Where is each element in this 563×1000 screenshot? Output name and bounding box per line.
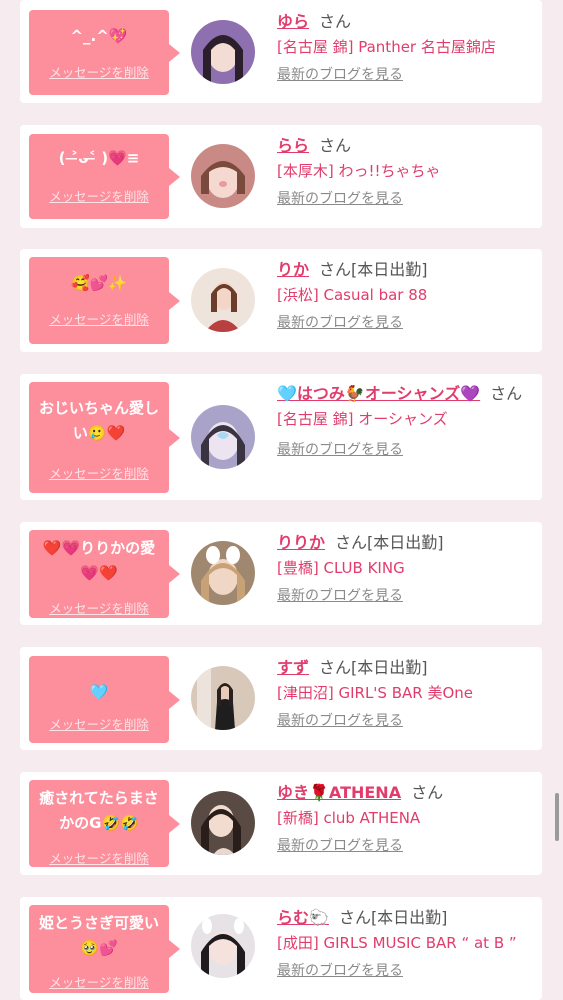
name-suffix: さん <box>319 12 352 31</box>
delete-message-link[interactable]: メッセージを削除 <box>29 972 169 991</box>
list-item: おじいちゃん愛しい🥲❤️ メッセージを削除 🩵はつみ🐓オーシャンズ💜 さん [名古… <box>20 374 542 500</box>
list-item: 癒されてたらまさかのG🤣🤣 メッセージを削除 ゆき🌹ATHENA さん [新橋] … <box>20 772 542 875</box>
message-bubble: 🥰💕✨ メッセージを削除 <box>29 257 180 344</box>
cast-name-link[interactable]: すず <box>277 658 309 677</box>
view-latest-blog-link[interactable]: 最新のブログを見る <box>277 711 534 731</box>
avatar[interactable] <box>191 405 255 469</box>
name-suffix: さん <box>490 384 523 403</box>
list-item: ^_.^💖 メッセージを削除 ゆら さん [名古屋 錦] Panther 名古屋錦… <box>20 0 542 103</box>
message-bubble: おじいちゃん愛しい🥲❤️ メッセージを削除 <box>29 382 180 493</box>
delete-message-link[interactable]: メッセージを削除 <box>29 598 169 617</box>
message-bubble: ^_.^💖 メッセージを削除 <box>29 10 180 95</box>
cast-name-link[interactable]: ゆき🌹ATHENA <box>277 783 401 802</box>
delete-message-link[interactable]: メッセージを削除 <box>29 309 169 328</box>
cast-info: らむ🐑 さん[本日出勤] [成田] GIRLS MUSIC BAR “ at B … <box>277 906 534 981</box>
shop-name: [名古屋 錦] オーシャンズ <box>277 410 448 428</box>
message-bubble: ( ˃̶ᴗ˂̶ )💗≡ メッセージを削除 <box>29 134 180 219</box>
view-latest-blog-link[interactable]: 最新のブログを見る <box>277 836 534 856</box>
cast-info: らら さん [本厚木] わっ!!ちゃちゃ 最新のブログを見る <box>277 134 534 209</box>
message-bubble: 🩵 メッセージを削除 <box>29 656 180 743</box>
view-latest-blog-link[interactable]: 最新のブログを見る <box>277 440 534 460</box>
message-bubble: ❤️💗りりかの愛💗❤️ メッセージを削除 <box>29 530 180 618</box>
view-latest-blog-link[interactable]: 最新のブログを見る <box>277 313 534 333</box>
list-item: ❤️💗りりかの愛💗❤️ メッセージを削除 りりか さん[本日出勤] [豊橋] CL… <box>20 522 542 625</box>
name-suffix: さん[本日出勤] <box>319 260 428 279</box>
message-text: 癒されてたらまさかのG🤣🤣 <box>39 789 159 832</box>
shop-name: [新橋] club ATHENA <box>277 809 421 827</box>
name-suffix: さん <box>411 783 444 802</box>
cast-name-link[interactable]: らら <box>277 136 309 155</box>
name-suffix: さん <box>319 136 352 155</box>
avatar[interactable] <box>191 914 255 978</box>
avatar[interactable] <box>191 20 255 84</box>
message-text: ^_.^💖 <box>70 27 128 45</box>
cast-info: りか さん[本日出勤] [浜松] Casual bar 88 最新のブログを見る <box>277 258 534 333</box>
shop-name: [浜松] Casual bar 88 <box>277 286 428 304</box>
cast-name-link[interactable]: らむ🐑 <box>277 908 329 927</box>
view-latest-blog-link[interactable]: 最新のブログを見る <box>277 189 534 209</box>
message-text: 姫とうさぎ可愛い🥹💕 <box>38 914 159 957</box>
avatar[interactable] <box>191 144 255 208</box>
message-text: ( ˃̶ᴗ˂̶ )💗≡ <box>58 149 140 167</box>
cast-name-link[interactable]: 🩵はつみ🐓オーシャンズ💜 <box>277 384 480 403</box>
view-latest-blog-link[interactable]: 最新のブログを見る <box>277 586 534 606</box>
favorite-cast-list: ^_.^💖 メッセージを削除 ゆら さん [名古屋 錦] Panther 名古屋錦… <box>0 0 563 1000</box>
message-text: おじいちゃん愛しい🥲❤️ <box>38 399 159 442</box>
cast-info: 🩵はつみ🐓オーシャンズ💜 さん [名古屋 錦] オーシャンズ 最新のブログを見る <box>277 382 534 460</box>
name-suffix: さん[本日出勤] <box>338 908 448 927</box>
delete-message-link[interactable]: メッセージを削除 <box>29 463 169 482</box>
delete-message-link[interactable]: メッセージを削除 <box>29 62 169 81</box>
view-latest-blog-link[interactable]: 最新のブログを見る <box>277 961 534 981</box>
delete-message-link[interactable]: メッセージを削除 <box>29 848 169 867</box>
shop-name: [本厚木] わっ!!ちゃちゃ <box>277 162 441 180</box>
message-bubble: 癒されてたらまさかのG🤣🤣 メッセージを削除 <box>29 780 180 867</box>
cast-info: ゆら さん [名古屋 錦] Panther 名古屋錦店 最新のブログを見る <box>277 10 534 85</box>
avatar[interactable] <box>191 541 255 605</box>
view-latest-blog-link[interactable]: 最新のブログを見る <box>277 65 534 85</box>
list-item: 🩵 メッセージを削除 すず さん[本日出勤] [津田沼] GIRL'S BAR 美… <box>20 647 542 750</box>
name-suffix: さん[本日出勤] <box>319 658 428 677</box>
shop-name: [成田] GIRLS MUSIC BAR “ at B ” <box>277 934 517 952</box>
cast-info: ゆき🌹ATHENA さん [新橋] club ATHENA 最新のブログを見る <box>277 781 534 856</box>
list-item: 🥰💕✨ メッセージを削除 りか さん[本日出勤] [浜松] Casual bar … <box>20 249 542 352</box>
message-text: ❤️💗りりかの愛💗❤️ <box>42 539 156 582</box>
cast-name-link[interactable]: りか <box>277 260 309 279</box>
shop-name: [名古屋 錦] Panther 名古屋錦店 <box>277 38 496 56</box>
list-item: ( ˃̶ᴗ˂̶ )💗≡ メッセージを削除 らら さん [本厚木] わっ!!ちゃちゃ… <box>20 125 542 228</box>
delete-message-link[interactable]: メッセージを削除 <box>29 714 169 733</box>
message-text: 🥰💕✨ <box>70 274 128 292</box>
shop-name: [豊橋] CLUB KING <box>277 559 405 577</box>
cast-name-link[interactable]: ゆら <box>277 12 309 31</box>
cast-info: りりか さん[本日出勤] [豊橋] CLUB KING 最新のブログを見る <box>277 531 534 606</box>
shop-name: [津田沼] GIRL'S BAR 美One <box>277 684 473 702</box>
avatar[interactable] <box>191 666 255 730</box>
avatar[interactable] <box>191 268 255 332</box>
scrollbar-thumb[interactable] <box>555 793 559 841</box>
cast-name-link[interactable]: りりか <box>277 533 325 552</box>
delete-message-link[interactable]: メッセージを削除 <box>29 186 169 205</box>
cast-info: すず さん[本日出勤] [津田沼] GIRL'S BAR 美One 最新のブログを… <box>277 656 534 731</box>
avatar[interactable] <box>191 791 255 855</box>
name-suffix: さん[本日出勤] <box>335 533 444 552</box>
list-item: 姫とうさぎ可愛い🥹💕 メッセージを削除 らむ🐑 さん[本日出勤] [成田] GIR… <box>20 897 542 1000</box>
message-bubble: 姫とうさぎ可愛い🥹💕 メッセージを削除 <box>29 905 180 993</box>
message-text: 🩵 <box>89 683 109 701</box>
